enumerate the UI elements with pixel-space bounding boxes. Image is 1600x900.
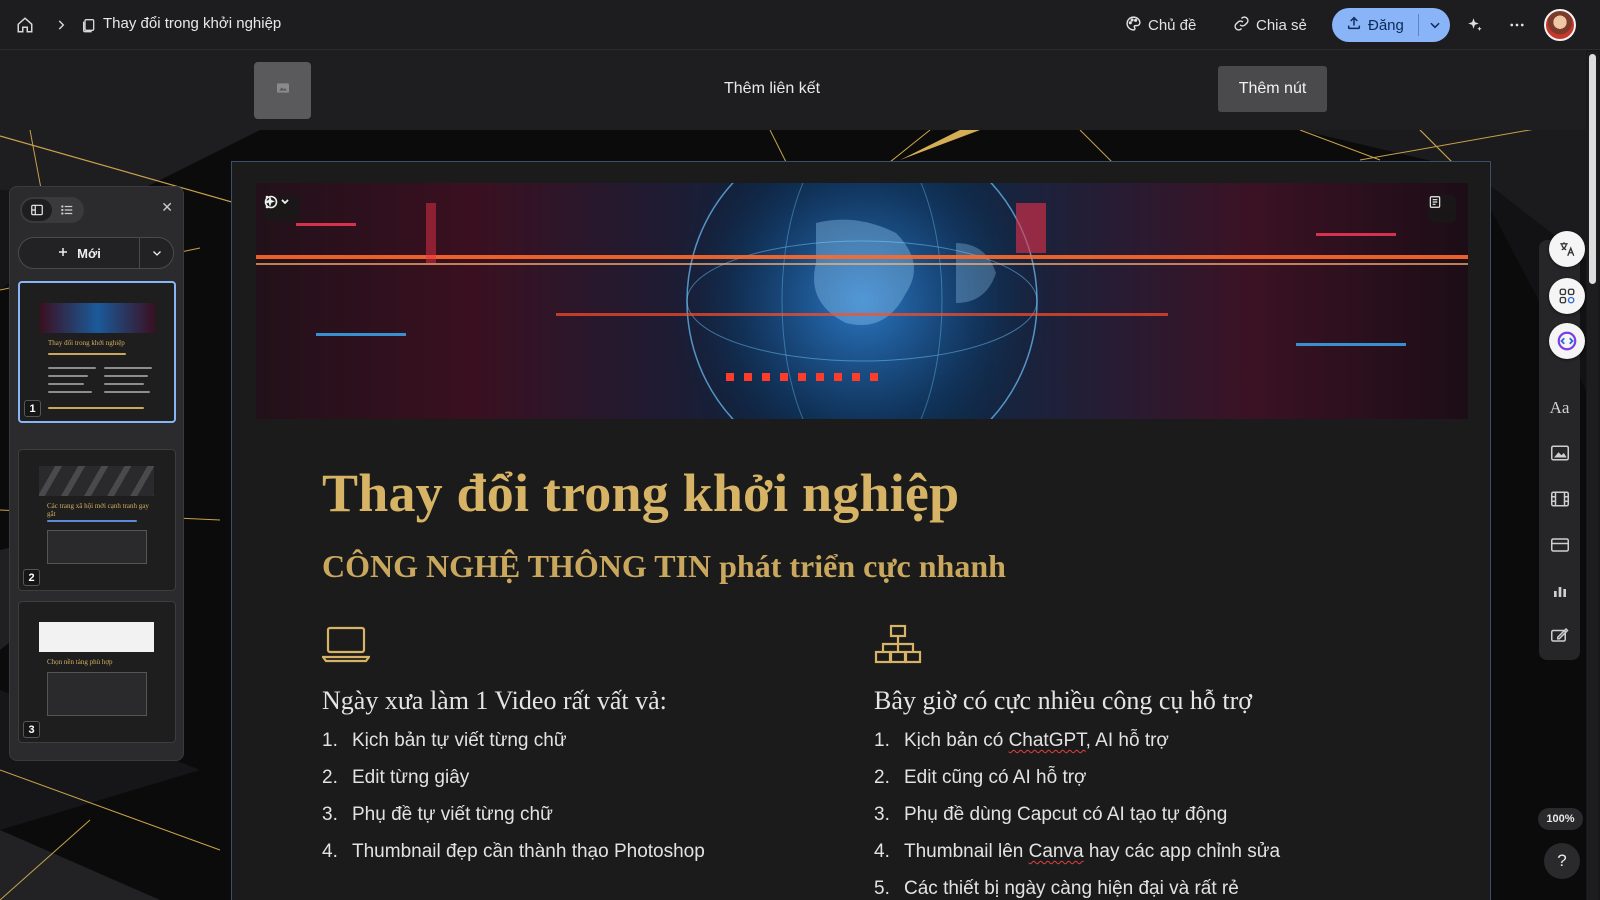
close-icon[interactable]: ✕ xyxy=(161,199,173,216)
network-icon xyxy=(874,624,1414,666)
left-list: 1. Kịch bản tự viết từng chữ 2. Edit từng … xyxy=(322,730,862,878)
slides-panel: ✕ Mới Thay đổi trong khởi nghiệp 1 Các t… xyxy=(9,186,184,761)
thumb-banner xyxy=(40,303,155,333)
add-button[interactable]: Thêm nút xyxy=(1218,66,1327,112)
thumb-banner xyxy=(39,466,154,496)
left-column: Ngày xưa làm 1 Video rất vất vả: 1. Kịch … xyxy=(320,624,862,878)
chevron-down-icon[interactable] xyxy=(1419,18,1450,32)
publish-button[interactable]: Đăng xyxy=(1332,8,1450,42)
apps-icon[interactable] xyxy=(1549,278,1585,314)
new-slide-button[interactable]: Mới xyxy=(18,237,174,269)
sparkle-icon[interactable] xyxy=(1464,14,1486,36)
thumb-title: Chọn nền tảng phù hợp xyxy=(47,658,113,666)
spellcheck-word[interactable]: ChatGPT xyxy=(1009,730,1086,751)
share-label: Chia sẻ xyxy=(1256,16,1307,34)
right-column-heading[interactable]: Bây giờ có cực nhiều công cụ hỗ trợ xyxy=(874,686,1414,716)
help-button[interactable]: ? xyxy=(1544,843,1580,879)
list-item[interactable]: 3. Phụ đề dùng Capcut có AI tạo tự động xyxy=(874,804,1414,841)
document-title[interactable]: Thay đổi trong khởi nghiệp xyxy=(103,15,281,32)
image-icon[interactable] xyxy=(1547,440,1572,465)
publish-label: Đăng xyxy=(1368,16,1404,34)
publish-main[interactable]: Đăng xyxy=(1332,15,1418,35)
logo-placeholder[interactable] xyxy=(254,62,311,119)
theme-button[interactable]: Chủ đề xyxy=(1125,12,1196,38)
share-button[interactable]: Chia sẻ xyxy=(1233,12,1307,38)
slide-card[interactable]: Thay đổi trong khởi nghiệp CÔNG NGHỆ THÔ… xyxy=(231,161,1491,900)
banner-layout-icon[interactable] xyxy=(1428,195,1456,223)
slide-title[interactable]: Thay đổi trong khởi nghiệp xyxy=(322,462,959,524)
chevron-down-icon[interactable] xyxy=(140,247,173,259)
thumb-textbox xyxy=(47,530,147,564)
slide-number-badge: 1 xyxy=(24,400,41,417)
zoom-level[interactable]: 100% xyxy=(1538,808,1583,830)
thumb-textbox xyxy=(47,672,147,716)
list-item[interactable]: 2. Edit từng giây xyxy=(322,767,862,804)
upload-icon xyxy=(1346,15,1362,35)
link-icon xyxy=(1233,15,1250,36)
more-horizontal-icon[interactable] xyxy=(1506,14,1528,36)
text-style-icon[interactable]: Aa xyxy=(1547,395,1572,420)
theme-label: Chủ đề xyxy=(1148,16,1197,34)
left-column-heading[interactable]: Ngày xưa làm 1 Video rất vất vả: xyxy=(322,686,862,716)
globe-banner-art xyxy=(256,183,1468,419)
video-icon[interactable] xyxy=(1547,486,1572,511)
image-icon xyxy=(275,80,291,101)
page-header: Thêm liên kết Thêm nút xyxy=(0,50,1586,130)
list-item[interactable]: 4. Thumbnail lên Canva hay các app chỉnh … xyxy=(874,841,1414,878)
view-toggle xyxy=(20,197,84,223)
spellcheck-word[interactable]: Canva xyxy=(1029,841,1084,862)
right-list: 1. Kịch bản có ChatGPT, AI hỗ trợ 2. Edit … xyxy=(874,730,1414,900)
thumb-title: Các trang xã hội mới cạnh tranh gay gắt xyxy=(47,502,149,518)
chart-icon[interactable] xyxy=(1547,578,1572,603)
grid-view-icon[interactable] xyxy=(22,199,52,221)
slide-number-badge: 3 xyxy=(23,721,40,738)
new-slide-main[interactable]: Mới xyxy=(19,246,139,261)
list-item[interactable]: 1. Kịch bản tự viết từng chữ xyxy=(322,730,862,767)
thumb-banner xyxy=(39,622,154,652)
scrollbar-thumb[interactable] xyxy=(1589,54,1596,284)
home-icon[interactable] xyxy=(14,14,36,36)
slide-subtitle[interactable]: CÔNG NGHỆ THÔNG TIN phát triển cực nhanh xyxy=(322,548,1006,585)
list-item[interactable]: 3. Phụ đề tự viết từng chữ xyxy=(322,804,862,841)
top-bar: Thay đổi trong khởi nghiệp Chủ đề Chia s… xyxy=(0,0,1600,50)
chevron-right-icon xyxy=(50,14,72,36)
new-slide-label: Mới xyxy=(77,245,101,261)
list-item[interactable]: 2. Edit cũng có AI hỗ trợ xyxy=(874,767,1414,804)
card-icon[interactable] xyxy=(1547,532,1572,557)
slide-number-badge: 2 xyxy=(23,569,40,586)
list-item[interactable]: 5. Các thiết bị ngày càng hiện đại và rất… xyxy=(874,878,1414,900)
palette-icon xyxy=(1125,15,1142,36)
assistant-icon[interactable] xyxy=(1549,323,1585,359)
banner-image[interactable] xyxy=(256,183,1468,419)
laptop-icon xyxy=(320,624,862,666)
list-item[interactable]: 4. Thumbnail đẹp cần thành thạo Photoshop xyxy=(322,841,862,878)
banner-toolbar xyxy=(264,195,300,221)
list-item[interactable]: 1. Kịch bản có ChatGPT, AI hỗ trợ xyxy=(874,730,1414,767)
document-icon xyxy=(78,14,100,36)
right-column: Bây giờ có cực nhiều công cụ hỗ trợ 1. Kị… xyxy=(874,624,1414,900)
draw-icon[interactable] xyxy=(1547,622,1572,647)
scrollbar[interactable] xyxy=(1587,52,1598,900)
translate-icon[interactable] xyxy=(1549,231,1585,267)
plus-icon xyxy=(57,246,69,261)
slide-thumbnail-3[interactable]: Chọn nền tảng phù hợp 3 xyxy=(18,601,176,743)
list-view-icon[interactable] xyxy=(52,199,82,221)
slide-thumbnail-2[interactable]: Các trang xã hội mới cạnh tranh gay gắt … xyxy=(18,449,176,591)
add-link[interactable]: Thêm liên kết xyxy=(724,80,820,98)
avatar[interactable] xyxy=(1544,9,1576,41)
thumb-title: Thay đổi trong khởi nghiệp xyxy=(48,339,125,347)
slide-thumbnail-1[interactable]: Thay đổi trong khởi nghiệp 1 xyxy=(18,281,176,423)
